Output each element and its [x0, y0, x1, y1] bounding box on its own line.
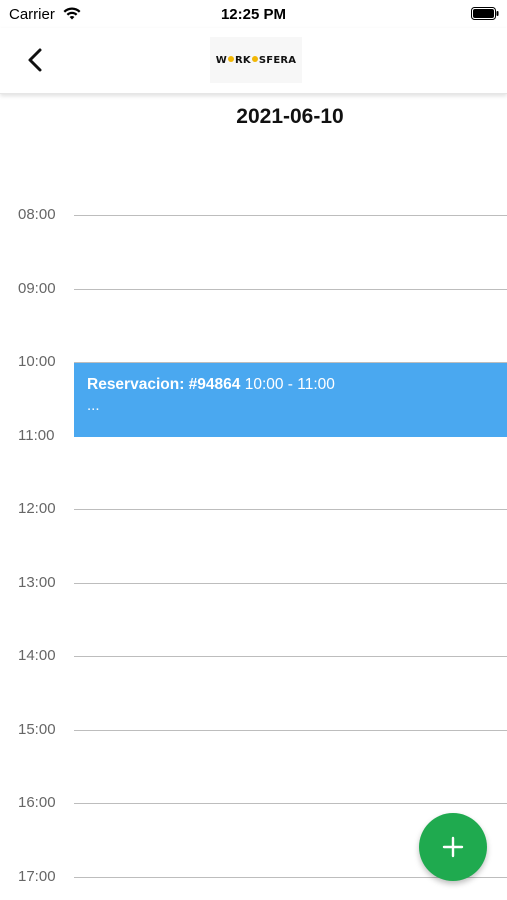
event-time-range: 10:00 - 11:00	[244, 376, 335, 393]
back-button[interactable]	[20, 42, 52, 78]
hour-gridline	[74, 803, 507, 804]
hour-label: 14:00	[18, 647, 56, 664]
hour-label: 16:00	[18, 794, 56, 811]
hour-label: 10:00	[18, 353, 56, 370]
event-title: Reservacion: #94864	[87, 376, 241, 393]
hour-gridline	[74, 656, 507, 657]
event-description: ...	[87, 397, 100, 414]
hour-gridline	[74, 583, 507, 584]
hour-label: 11:00	[18, 427, 55, 444]
battery-icon	[471, 7, 499, 20]
navigation-bar: W RK SFERA	[0, 28, 507, 94]
hour-gridline	[74, 289, 507, 290]
hour-label: 12:00	[18, 500, 56, 517]
date-title: 2021-06-10	[236, 105, 344, 128]
hour-gridline	[74, 730, 507, 731]
plus-icon	[442, 836, 464, 858]
chevron-left-icon	[28, 48, 42, 72]
hour-gridline	[74, 509, 507, 510]
add-reservation-button[interactable]	[419, 813, 487, 881]
hour-label: 15:00	[18, 721, 56, 738]
worksfera-logo: W RK SFERA	[210, 37, 302, 83]
hour-label: 13:00	[18, 574, 56, 591]
hour-gridline	[74, 215, 507, 216]
status-bar: Carrier 12:25 PM	[0, 0, 507, 28]
hour-label: 08:00	[18, 206, 56, 223]
reservation-event[interactable]: Reservacion: #94864 10:00 - 11:00 ...	[74, 363, 507, 437]
hour-label: 09:00	[18, 280, 56, 297]
status-time: 12:25 PM	[220, 6, 287, 23]
hour-label: 17:00	[18, 868, 56, 885]
